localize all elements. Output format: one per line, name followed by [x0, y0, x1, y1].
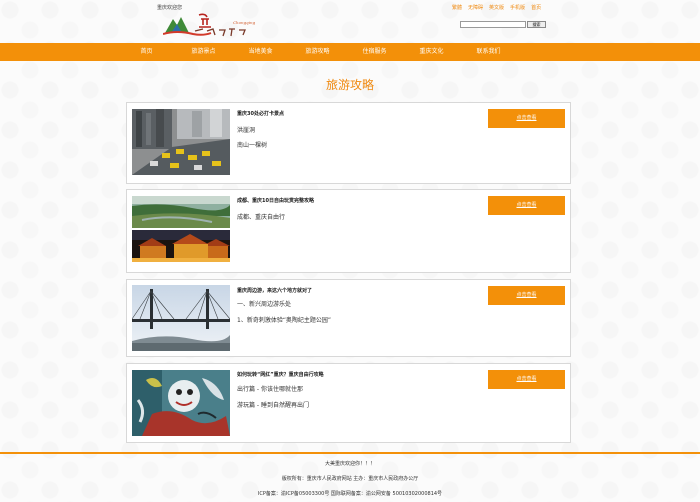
bridge-photo[interactable] — [132, 285, 230, 351]
card-line: 南山一棵树 — [237, 142, 268, 149]
guide-card: 成都、重庆10日自由玩赏完整攻略 成都、重庆自由行 点击查看 — [126, 189, 571, 273]
graffiti-photo[interactable] — [132, 370, 230, 436]
nav-attractions[interactable]: 旅游景点 — [175, 43, 232, 61]
welcome-text: 重庆欢迎您 — [157, 5, 183, 11]
city-traffic-photo[interactable] — [132, 109, 230, 175]
nav-lodging[interactable]: 住宿服务 — [346, 43, 403, 61]
search-input[interactable] — [460, 21, 526, 28]
search-button[interactable]: 搜索 — [527, 21, 546, 28]
guide-card: 如何玩转“网红”重庆？重庆自由行攻略 出行篇 - 你该住哪就住那 游玩篇 - 睡… — [126, 363, 571, 443]
footer-slogan: 大美重庆欢迎你！！！ — [324, 461, 375, 467]
card-title[interactable]: 重庆周边游，来这六个地方就对了 — [237, 287, 312, 294]
card-line: 游玩篇 - 睡到自然醒再出门 — [237, 402, 309, 409]
footer-copyright: 版权所有：重庆市人民政府网站 主办：重庆市人民政府办公厅 — [281, 476, 419, 482]
nav-guides[interactable]: 旅游攻略 — [289, 43, 346, 61]
nav-culture[interactable]: 重庆文化 — [403, 43, 460, 61]
site-logo[interactable]: Chongqing — [163, 11, 259, 39]
card-line: 洪崖洞 — [237, 127, 256, 134]
main-nav: 首页 旅游景点 当地美食 旅游攻略 住宿服务 重庆文化 联系我们 — [0, 43, 700, 61]
view-button[interactable]: 点击查看 — [488, 109, 565, 128]
site-footer: 大美重庆欢迎你！！！ 版权所有：重庆市人民政府网站 主办：重庆市人民政府办公厅 … — [0, 452, 700, 502]
card-title[interactable]: 如何玩转“网红”重庆？重庆自由行攻略 — [237, 371, 324, 378]
nav-contact[interactable]: 联系我们 — [460, 43, 517, 61]
landscape-night-photo[interactable] — [132, 196, 230, 262]
svg-text:Chongqing: Chongqing — [233, 20, 256, 25]
card-line: 1、新奇刺激体验“奥陶纪主题公园” — [237, 317, 332, 324]
link-accessibility[interactable]: 无障碍 — [468, 4, 483, 11]
card-title[interactable]: 成都、重庆10日自由玩赏完整攻略 — [237, 197, 314, 204]
view-button[interactable]: 点击查看 — [488, 370, 565, 389]
link-traditional[interactable]: 繁體 — [452, 4, 462, 11]
card-line: 一、新兴周边游乐处 — [237, 301, 292, 308]
link-home[interactable]: 首页 — [531, 4, 541, 11]
card-line: 成都、重庆自由行 — [237, 214, 286, 221]
card-title[interactable]: 重庆30处必打卡景点 — [237, 110, 284, 117]
link-english[interactable]: 英文版 — [489, 4, 504, 11]
view-button[interactable]: 点击查看 — [488, 286, 565, 305]
site-header: 重庆欢迎您 Chongqing 繁體 无障碍 英文版 手机版 首页 搜索 — [0, 0, 700, 43]
guide-card: 重庆30处必打卡景点 洪崖洞 南山一棵树 点击查看 — [126, 102, 571, 184]
guide-card: 重庆周边游，来这六个地方就对了 一、新兴周边游乐处 1、新奇刺激体验“奥陶纪主题… — [126, 279, 571, 357]
link-mobile[interactable]: 手机版 — [510, 4, 525, 11]
nav-home[interactable]: 首页 — [118, 43, 175, 61]
nav-food[interactable]: 当地美食 — [232, 43, 289, 61]
footer-icp: ICP备案：渝ICP备05003300号 国际联网备案：渝公网安备 500103… — [257, 491, 443, 497]
page-title: 旅游攻略 — [325, 78, 374, 92]
search-box: 搜索 — [460, 21, 546, 28]
top-links: 繁體 无障碍 英文版 手机版 首页 — [452, 4, 541, 11]
card-line: 出行篇 - 你该住哪就住那 — [237, 386, 303, 393]
view-button[interactable]: 点击查看 — [488, 196, 565, 215]
